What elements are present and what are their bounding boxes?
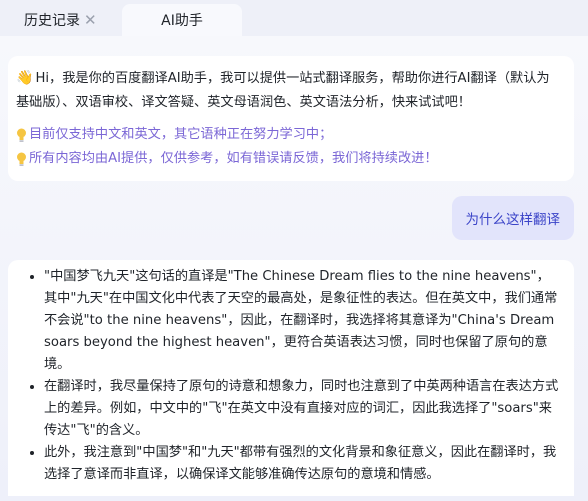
answer-point: 在翻译时，我尽量保持了原句的诗意和想象力，同时也注意到了中英两种语言在表达方式上… xyxy=(44,376,560,442)
close-icon[interactable]: ✕ xyxy=(84,11,97,29)
tab-bar: 历史记录 ✕ AI助手 xyxy=(0,0,588,36)
answer-point: 此外，我注意到"中国梦"和"九天"都带有强烈的文化背景和象征意义，因此在翻译时，… xyxy=(44,442,560,486)
welcome-intro-text: Hi，我是你的百度翻译AI助手，我可以提供一站式翻译服务，帮助你进行AI翻译（默… xyxy=(16,71,550,110)
welcome-card: 👋 Hi，我是你的百度翻译AI助手，我可以提供一站式翻译服务，帮助你进行AI翻译（… xyxy=(8,56,574,181)
tip-text: 目前仅支持中文和英文，其它语种正在努力学习中； xyxy=(29,127,333,142)
user-message-text: 为什么这样翻译 xyxy=(465,212,561,228)
tip-item: 目前仅支持中文和英文，其它语种正在努力学习中； xyxy=(16,123,560,147)
tip-text: 所有内容均由AI提供，仅供参考，如有错误请反馈，我们将持续改进！ xyxy=(29,151,438,166)
waving-hand-icon: 👋 xyxy=(16,70,34,86)
tab-ai-assistant[interactable]: AI助手 xyxy=(122,4,242,36)
tab-ai-label: AI助手 xyxy=(161,13,203,29)
chat-area: 👋 Hi，我是你的百度翻译AI助手，我可以提供一站式翻译服务，帮助你进行AI翻译（… xyxy=(0,36,588,501)
tab-history-label: 历史记录 xyxy=(24,13,80,29)
welcome-tips: 目前仅支持中文和英文，其它语种正在努力学习中； 所有内容均由AI提供，仅供参考，… xyxy=(16,123,560,171)
lightbulb-icon xyxy=(17,128,26,142)
tab-history[interactable]: 历史记录 ✕ xyxy=(24,4,97,36)
welcome-intro: 👋 Hi，我是你的百度翻译AI助手，我可以提供一站式翻译服务，帮助你进行AI翻译（… xyxy=(16,66,560,115)
answer-point: "中国梦飞九天"这句话的直译是"The Chinese Dream flies … xyxy=(44,266,560,376)
lightbulb-icon xyxy=(17,152,26,166)
user-message-bubble: 为什么这样翻译 xyxy=(451,196,574,240)
answer-list: "中国梦飞九天"这句话的直译是"The Chinese Dream flies … xyxy=(34,266,560,486)
assistant-answer: "中国梦飞九天"这句话的直译是"The Chinese Dream flies … xyxy=(8,260,574,496)
tip-item: 所有内容均由AI提供，仅供参考，如有错误请反馈，我们将持续改进！ xyxy=(16,147,560,171)
